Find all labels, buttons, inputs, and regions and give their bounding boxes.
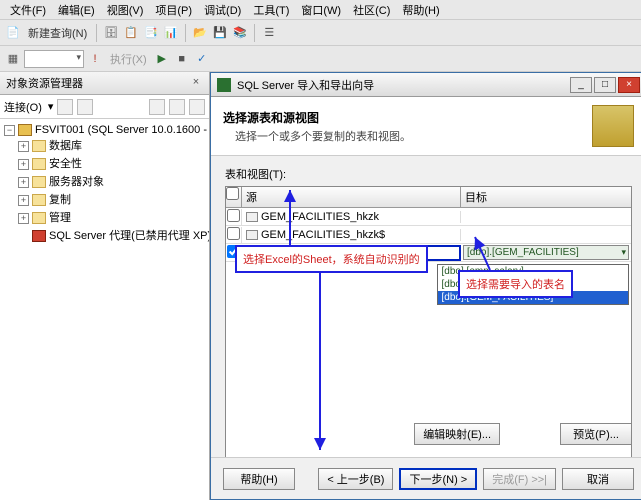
- connect-icon[interactable]: ▦: [4, 50, 22, 68]
- ex-btn-5[interactable]: [189, 99, 205, 115]
- list-icon[interactable]: ☰: [260, 24, 278, 42]
- menu-help[interactable]: 帮助(H): [396, 0, 445, 20]
- preview-button[interactable]: 预览(P)...: [560, 423, 632, 445]
- db-icon[interactable]: 🗄: [102, 24, 120, 42]
- row-2-dst-select[interactable]: [dbo].[GEM_FACILITIES]: [463, 245, 629, 260]
- ex-btn-1[interactable]: [57, 99, 73, 115]
- col-dest[interactable]: 目标: [461, 187, 631, 207]
- open-icon[interactable]: 📂: [191, 24, 209, 42]
- new-query-icon[interactable]: 📄: [4, 24, 22, 42]
- row-0-check[interactable]: [227, 209, 240, 222]
- row-0-src[interactable]: GEM_FACILITIES_hkzk: [261, 211, 379, 223]
- row-1-check[interactable]: [227, 227, 240, 240]
- menu-window[interactable]: 窗口(W): [295, 0, 347, 20]
- callout-right: 选择需要导入的表名: [458, 270, 573, 298]
- row-1-src[interactable]: GEM_FACILITIES_hkzk$: [261, 229, 385, 241]
- menu-bar: 文件(F) 编辑(E) 视图(V) 项目(P) 调试(D) 工具(T) 窗口(W…: [0, 0, 641, 20]
- close-icon[interactable]: ×: [618, 77, 640, 93]
- menu-edit[interactable]: 编辑(E): [52, 0, 101, 20]
- tree-agent[interactable]: SQL Server 代理(已禁用代理 XP): [49, 230, 209, 242]
- tree-srv[interactable]: 服务器对象: [49, 176, 104, 188]
- save-all-icon[interactable]: 📚: [231, 24, 249, 42]
- explorer-title: 对象资源管理器: [6, 75, 83, 91]
- icon-d[interactable]: 📊: [162, 24, 180, 42]
- ex-btn-4[interactable]: [169, 99, 185, 115]
- wizard-header-icon: [592, 105, 634, 147]
- help-button[interactable]: 帮助(H): [223, 468, 295, 490]
- tree-view[interactable]: −FSVIT001 (SQL Server 10.0.1600 - sa) +数…: [0, 119, 209, 500]
- toolbar-main: 📄 新建查询(N) 🗄 📋 📑 📊 📂 💾 📚 ☰: [0, 20, 641, 46]
- connect-label[interactable]: 连接(O): [4, 99, 44, 115]
- menu-debug[interactable]: 调试(D): [198, 0, 247, 20]
- maximize-icon[interactable]: □: [594, 77, 616, 93]
- finish-button: 完成(F) >>|: [483, 468, 556, 490]
- next-button[interactable]: 下一步(N) >: [399, 468, 477, 490]
- explorer-close-icon[interactable]: ×: [189, 76, 203, 90]
- stop-icon[interactable]: ■: [173, 50, 191, 68]
- check-icon[interactable]: ✓: [193, 50, 211, 68]
- back-button[interactable]: < 上一步(B): [318, 468, 393, 490]
- ex-btn-3[interactable]: [149, 99, 165, 115]
- grid-label: 表和视图(T):: [225, 166, 632, 182]
- database-combo[interactable]: [24, 50, 84, 68]
- menu-file[interactable]: 文件(F): [4, 0, 52, 20]
- toolbar-sql: ▦ ! 执行(X) ▶ ■ ✓: [0, 46, 641, 72]
- icon-b[interactable]: 📋: [122, 24, 140, 42]
- minimize-icon[interactable]: _: [570, 77, 592, 93]
- check-all[interactable]: [226, 187, 239, 200]
- tree-rep[interactable]: 复制: [49, 194, 71, 206]
- menu-tools[interactable]: 工具(T): [247, 0, 295, 20]
- tree-sec[interactable]: 安全性: [49, 158, 82, 170]
- execute-button[interactable]: 执行(X): [106, 51, 151, 67]
- cancel-button[interactable]: 取消: [562, 468, 634, 490]
- wizard-title: SQL Server 导入和导出向导: [237, 77, 374, 93]
- callout-left: 选择Excel的Sheet，系统自动识别的: [235, 245, 428, 273]
- edit-mappings-button[interactable]: 编辑映射(E)...: [414, 423, 500, 445]
- wizard-subheading: 选择一个或多个要复制的表和视图。: [223, 128, 411, 144]
- menu-community[interactable]: 社区(C): [347, 0, 396, 20]
- execute-icon[interactable]: !: [86, 50, 104, 68]
- menu-view[interactable]: 视图(V): [101, 0, 150, 20]
- object-explorer: 对象资源管理器 × 连接(O)▾ −FSVIT001 (SQL Server 1…: [0, 72, 210, 500]
- import-export-wizard: SQL Server 导入和导出向导 _ □ × 选择源表和源视图 选择一个或多…: [210, 72, 641, 500]
- tree-db[interactable]: 数据库: [49, 140, 82, 152]
- tree-root[interactable]: FSVIT001 (SQL Server 10.0.1600 - sa): [35, 124, 209, 136]
- icon-c[interactable]: 📑: [142, 24, 160, 42]
- col-source[interactable]: 源: [242, 187, 461, 207]
- save-icon[interactable]: 💾: [211, 24, 229, 42]
- wizard-icon: [217, 78, 231, 92]
- play-icon[interactable]: ▶: [153, 50, 171, 68]
- wizard-heading: 选择源表和源视图: [223, 109, 411, 126]
- tree-mgmt[interactable]: 管理: [49, 212, 71, 224]
- ex-btn-2[interactable]: [77, 99, 93, 115]
- new-query-button[interactable]: 新建查询(N): [24, 25, 91, 41]
- menu-project[interactable]: 项目(P): [149, 0, 198, 20]
